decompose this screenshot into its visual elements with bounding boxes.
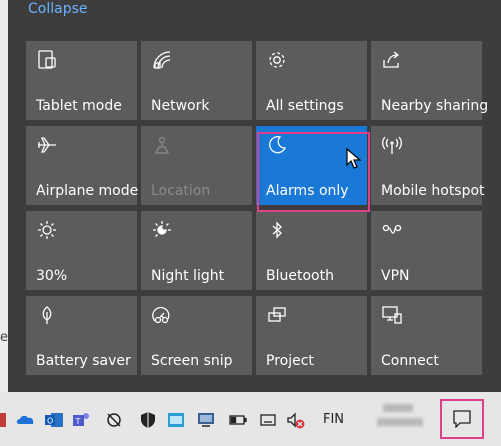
clock[interactable] (377, 400, 425, 438)
battery-saver-icon (36, 304, 58, 326)
desktop-background-strip: e (0, 0, 8, 392)
svg-text:T: T (75, 417, 81, 426)
tile-label: Screen snip (151, 353, 233, 369)
network-icon (151, 49, 173, 71)
tile-label: 30% (36, 268, 68, 284)
keyboard-icon[interactable] (258, 410, 278, 430)
hotspot-icon (381, 134, 403, 156)
tile-label: Battery saver (36, 353, 131, 369)
volume-muted-icon[interactable] (286, 410, 306, 430)
tile-label: Network (151, 98, 210, 114)
screen-snip-icon (151, 304, 173, 326)
tile-vpn[interactable]: VPN (371, 211, 482, 290)
collapse-link[interactable]: Collapse (28, 1, 88, 17)
teams-icon[interactable]: T (72, 410, 92, 430)
tile-label: Location (151, 183, 211, 199)
airplane-icon (36, 134, 58, 156)
svg-text:O: O (47, 417, 53, 426)
tablet-mode-icon (36, 49, 58, 71)
tile-label: Airplane mode (36, 183, 139, 199)
outlook-icon[interactable]: O (44, 410, 64, 430)
tile-project[interactable]: Project (256, 296, 367, 375)
brightness-icon (36, 219, 58, 241)
tile-label: Project (266, 353, 314, 369)
tile-brightness[interactable]: 30% (26, 211, 137, 290)
tile-label: Bluetooth (266, 268, 334, 284)
night-light-icon (151, 219, 173, 241)
connect-icon (381, 304, 403, 326)
tile-battery-saver[interactable]: Battery saver (26, 296, 137, 375)
language-indicator[interactable]: FIN (323, 412, 344, 427)
tile-night-light[interactable]: Night light (141, 211, 252, 290)
tile-label: All settings (266, 98, 344, 114)
taskbar: O T FIN (0, 392, 501, 446)
tile-bluetooth[interactable]: Bluetooth (256, 211, 367, 290)
tile-all-settings[interactable]: All settings (256, 41, 367, 120)
security-shield-icon[interactable] (138, 410, 158, 430)
location-icon (151, 134, 173, 156)
tile-label: VPN (381, 268, 410, 284)
tile-nearby-sharing[interactable]: Nearby sharing (371, 41, 488, 120)
tile-label: Night light (151, 268, 225, 284)
tile-airplane-mode[interactable]: Airplane mode (26, 126, 139, 205)
tile-screen-snip[interactable]: Screen snip (141, 296, 252, 375)
tile-location[interactable]: Location (141, 126, 252, 205)
gear-icon (266, 49, 288, 71)
tile-connect[interactable]: Connect (371, 296, 482, 375)
display-icon[interactable] (196, 410, 216, 430)
tile-label: Connect (381, 353, 439, 369)
onedrive-icon[interactable] (16, 410, 36, 430)
vpn-icon (381, 219, 403, 241)
tile-network[interactable]: Network (141, 41, 252, 120)
network-tray-icon[interactable] (104, 410, 124, 430)
app-window-icon[interactable] (166, 410, 186, 430)
battery-icon[interactable] (228, 410, 248, 430)
nearby-sharing-icon (381, 49, 403, 71)
highlight-box (257, 132, 370, 212)
mouse-cursor-icon (346, 147, 362, 170)
tile-mobile-hotspot[interactable]: Mobile hotspot (371, 126, 485, 205)
message-icon (453, 410, 471, 428)
notifications-button[interactable] (440, 399, 484, 439)
bluetooth-icon (266, 219, 288, 241)
tile-label: Nearby sharing (381, 98, 489, 114)
project-icon (266, 304, 288, 326)
tile-tablet-mode[interactable]: Tablet mode (26, 41, 137, 120)
tile-label: Tablet mode (36, 98, 122, 114)
tile-label: Mobile hotspot (381, 183, 485, 199)
